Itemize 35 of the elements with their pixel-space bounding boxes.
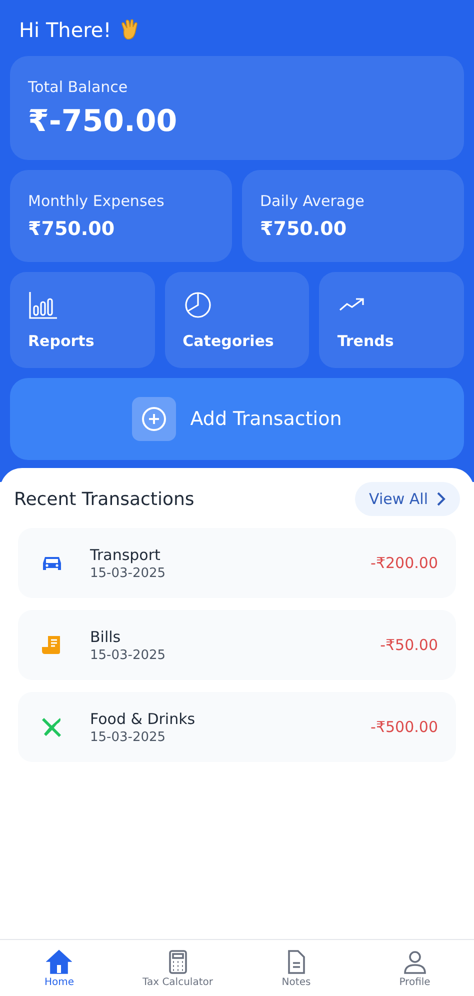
nav-tab[interactable]: Notes [237, 940, 356, 996]
greeting-text: Hi There! [19, 18, 112, 42]
balance-label: Total Balance [28, 78, 129, 96]
bar-chart-icon [28, 290, 58, 320]
transaction-amount: -₹200.00 [370, 554, 438, 572]
transaction-amount: -₹500.00 [370, 718, 438, 736]
add-transaction-button[interactable]: Add Transaction [10, 378, 464, 460]
nav-tab[interactable]: Profile [356, 940, 474, 996]
plus-icon [141, 406, 168, 432]
chevron-right-icon [436, 492, 446, 506]
shortcut-button[interactable]: Reports [10, 272, 155, 368]
shortcut-button[interactable]: Categories [164, 272, 310, 368]
view-all-button[interactable]: View All [355, 482, 460, 516]
transaction-card[interactable]: Food & Drinks 15-03-2025 -₹500.00 [18, 692, 456, 762]
stat-value: ₹750.00 [260, 218, 348, 240]
stat-label: Daily Average [260, 192, 366, 210]
nav-tab[interactable]: Tax Calculator [118, 940, 237, 996]
transaction-card[interactable]: Transport 15-03-2025 -₹200.00 [18, 528, 456, 598]
transaction-date: 15-03-2025 [90, 730, 167, 744]
transaction-date: 15-03-2025 [90, 566, 167, 580]
profile-icon [402, 948, 428, 974]
stat-value: ₹750.00 [28, 218, 116, 240]
nav-tab[interactable]: Home [0, 940, 118, 996]
transaction-card[interactable]: Bills 15-03-2025 -₹50.00 [18, 610, 456, 680]
transaction-name: Food & Drinks [90, 710, 196, 728]
home-icon [46, 948, 72, 974]
balance-value: ₹-750.00 [28, 104, 178, 138]
transaction-name: Transport [90, 546, 162, 564]
section-title: Recent Transactions [14, 488, 194, 510]
shortcut-button[interactable]: Trends [319, 272, 464, 368]
transaction-name: Bills [90, 628, 122, 646]
transaction-date: 15-03-2025 [90, 648, 167, 662]
stat-label: Monthly Expenses [28, 192, 166, 210]
transaction-amount: -₹50.00 [380, 636, 438, 654]
pie-chart-icon [182, 290, 213, 320]
